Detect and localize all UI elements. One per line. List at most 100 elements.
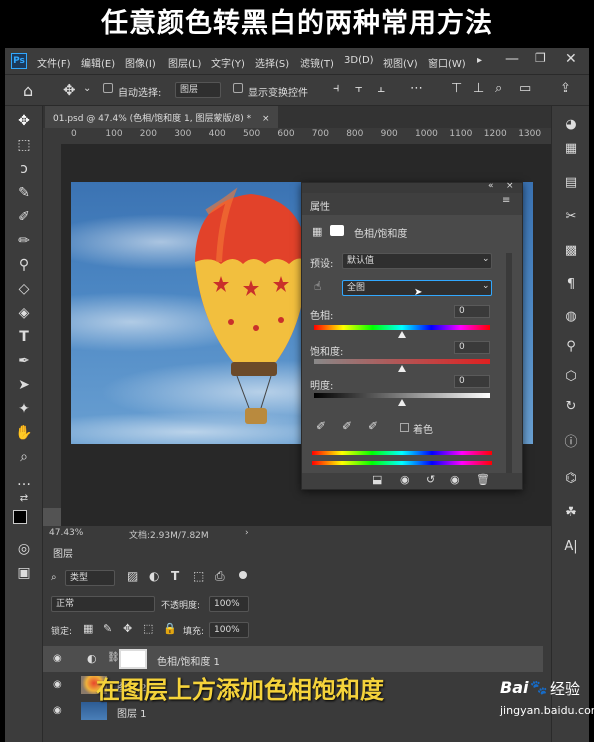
auto-select-checkbox[interactable] (103, 83, 113, 93)
lock-all-icon[interactable]: 🔒 (163, 622, 177, 635)
lightness-slider-thumb[interactable] (398, 399, 406, 406)
lightness-value-input[interactable]: 0 (454, 375, 490, 388)
hand-adjust-icon[interactable]: ☝ (314, 279, 321, 293)
brush-tool-icon[interactable]: ✏ (13, 230, 35, 252)
lasso-tool-icon[interactable]: ↄ (13, 158, 35, 180)
adjustments-panel-icon[interactable]: ✂ (560, 206, 582, 228)
filter-adjust-icon[interactable]: ◐ (149, 569, 159, 583)
zoom-tool-icon[interactable]: ⌕ (13, 446, 35, 468)
pen-tool-icon[interactable]: ✒ (13, 350, 35, 372)
swap-colors-icon[interactable]: ⇄ (13, 488, 35, 510)
chevron-down-icon[interactable]: ⌄ (482, 281, 490, 291)
layer-filter-dropdown[interactable]: 类型 (65, 570, 115, 586)
panel-menu-icon[interactable]: ≡ (502, 195, 510, 206)
close-tab-icon[interactable]: × (262, 114, 270, 124)
saturation-value-input[interactable]: 0 (454, 341, 490, 354)
lock-position-icon[interactable]: ✥ (123, 622, 132, 635)
status-chevron-icon[interactable]: › (245, 528, 249, 538)
filter-type-icon[interactable]: T (171, 569, 179, 583)
hue-value-input[interactable]: 0 (454, 305, 490, 318)
layer-mask-thumbnail[interactable] (119, 649, 147, 669)
eraser-tool-icon[interactable]: ◇ (13, 278, 35, 300)
menu-window[interactable]: 窗口(W) (428, 55, 466, 70)
filter-pixel-icon[interactable]: ▨ (127, 569, 138, 583)
menu-filter[interactable]: 滤镜(T) (300, 55, 334, 70)
chevron-down-icon[interactable]: ⌄ (482, 254, 490, 264)
filter-smart-icon[interactable]: ⎙ (215, 569, 225, 584)
quick-select-icon[interactable]: ✎ (13, 182, 35, 204)
menu-more-icon[interactable]: ▸ (477, 55, 482, 66)
colorize-checkbox[interactable] (400, 423, 409, 432)
channels-panel-icon[interactable]: ☘ (560, 502, 582, 524)
menu-edit[interactable]: 编辑(E) (81, 55, 115, 70)
swatches-panel-icon[interactable]: ▦ (560, 138, 582, 160)
visibility-eye-icon[interactable]: ◉ (53, 679, 67, 690)
foreground-color-swatch[interactable] (13, 510, 27, 524)
collapse-icon[interactable]: « (488, 181, 494, 191)
delete-adjustment-icon[interactable]: 🗑 (476, 473, 490, 486)
move-tool-icon[interactable]: ✥ (13, 110, 35, 132)
paragraph-panel-icon[interactable]: ¶ (560, 274, 582, 296)
menu-image[interactable]: 图像(I) (125, 55, 156, 70)
stamp-panel-icon[interactable]: ⚲ (560, 336, 582, 358)
minimize-icon[interactable]: — (505, 51, 519, 67)
preset-dropdown[interactable]: 默认值 (342, 253, 492, 269)
stamp-tool-icon[interactable]: ⚲ (13, 254, 35, 276)
lock-artboard-icon[interactable]: ⬚ (143, 622, 153, 635)
reset-icon[interactable]: ↺ (426, 473, 435, 486)
history-panel-icon[interactable]: ↻ (560, 396, 582, 418)
libraries-panel-icon[interactable]: ▤ (560, 172, 582, 194)
properties-scrollbar[interactable] (506, 253, 512, 473)
layers-tab[interactable]: 图层 (53, 545, 73, 560)
saturation-slider-track[interactable] (314, 359, 490, 364)
hand-tool-icon[interactable]: ✋ (13, 422, 35, 444)
chevron-down-icon[interactable]: ⌄ (83, 83, 91, 94)
glyphs-panel-icon[interactable]: A| (560, 536, 582, 558)
show-transform-checkbox[interactable] (233, 83, 243, 93)
eyedropper-minus-icon[interactable]: ✐ (368, 419, 378, 433)
share-icon[interactable]: ⇪ (560, 81, 571, 96)
blend-mode-dropdown[interactable]: 正常 (51, 596, 155, 612)
layer-name[interactable]: 色相/饱和度 1 (157, 653, 220, 668)
screen-mode-icon[interactable]: ▣ (13, 562, 35, 584)
document-tab[interactable]: 01.psd @ 47.4% (色相/饱和度 1, 图层蒙版/8) * × (45, 106, 278, 128)
visibility-icon[interactable]: ◉ (450, 473, 460, 486)
hue-slider-thumb[interactable] (398, 331, 406, 338)
fill-input[interactable]: 100% (209, 622, 249, 638)
shape-tool-icon[interactable]: ✦ (13, 398, 35, 420)
menu-file[interactable]: 文件(F) (37, 55, 71, 70)
layers-panel-icon[interactable]: ▩ (560, 240, 582, 262)
path-select-icon[interactable]: ➤ (13, 374, 35, 396)
type-tool-icon[interactable]: T (13, 326, 35, 348)
menu-layer[interactable]: 图层(L) (168, 55, 201, 70)
chain-link-icon[interactable]: ⛓ (107, 652, 120, 663)
quick-mask-icon[interactable]: ◎ (13, 538, 35, 560)
move-tool-icon[interactable]: ✥ (63, 81, 76, 99)
eyedropper-icon[interactable]: ✐ (316, 419, 326, 433)
search-icon[interactable]: ⌕ (495, 81, 502, 96)
zoom-level[interactable]: 47.43% (49, 528, 83, 538)
menu-select[interactable]: 选择(S) (255, 55, 289, 70)
filter-toggle-icon[interactable] (239, 571, 247, 579)
info-panel-icon[interactable]: ⓘ (560, 432, 582, 454)
home-icon[interactable]: ⌂ (23, 81, 33, 100)
paths-panel-icon[interactable]: ⌬ (560, 468, 582, 490)
lock-pixels-icon[interactable]: ✎ (103, 622, 112, 635)
hue-slider-track[interactable] (314, 325, 490, 330)
color-panel-icon[interactable]: ◕ (560, 114, 582, 136)
mask-icon[interactable] (330, 225, 344, 236)
saturation-slider-thumb[interactable] (398, 365, 406, 372)
marquee-tool-icon[interactable]: ⬚ (13, 134, 35, 156)
align-center-icon[interactable]: ⫟ (355, 81, 363, 96)
clip-to-layer-icon[interactable]: ⬓ (372, 473, 382, 486)
menu-type[interactable]: 文字(Y) (211, 55, 245, 70)
opacity-input[interactable]: 100% (209, 596, 249, 612)
distribute-icon[interactable]: ⋯ (410, 81, 423, 96)
close-panel-icon[interactable]: × (506, 181, 514, 191)
properties-tab[interactable]: 属性 (310, 198, 330, 213)
lightness-slider-track[interactable] (314, 393, 490, 398)
close-icon[interactable]: ✕ (565, 51, 577, 67)
align-right-icon[interactable]: ⫠ (377, 81, 385, 96)
properties-titlebar[interactable]: « × (302, 181, 522, 193)
align-top-icon[interactable]: ⊤ (451, 81, 462, 96)
